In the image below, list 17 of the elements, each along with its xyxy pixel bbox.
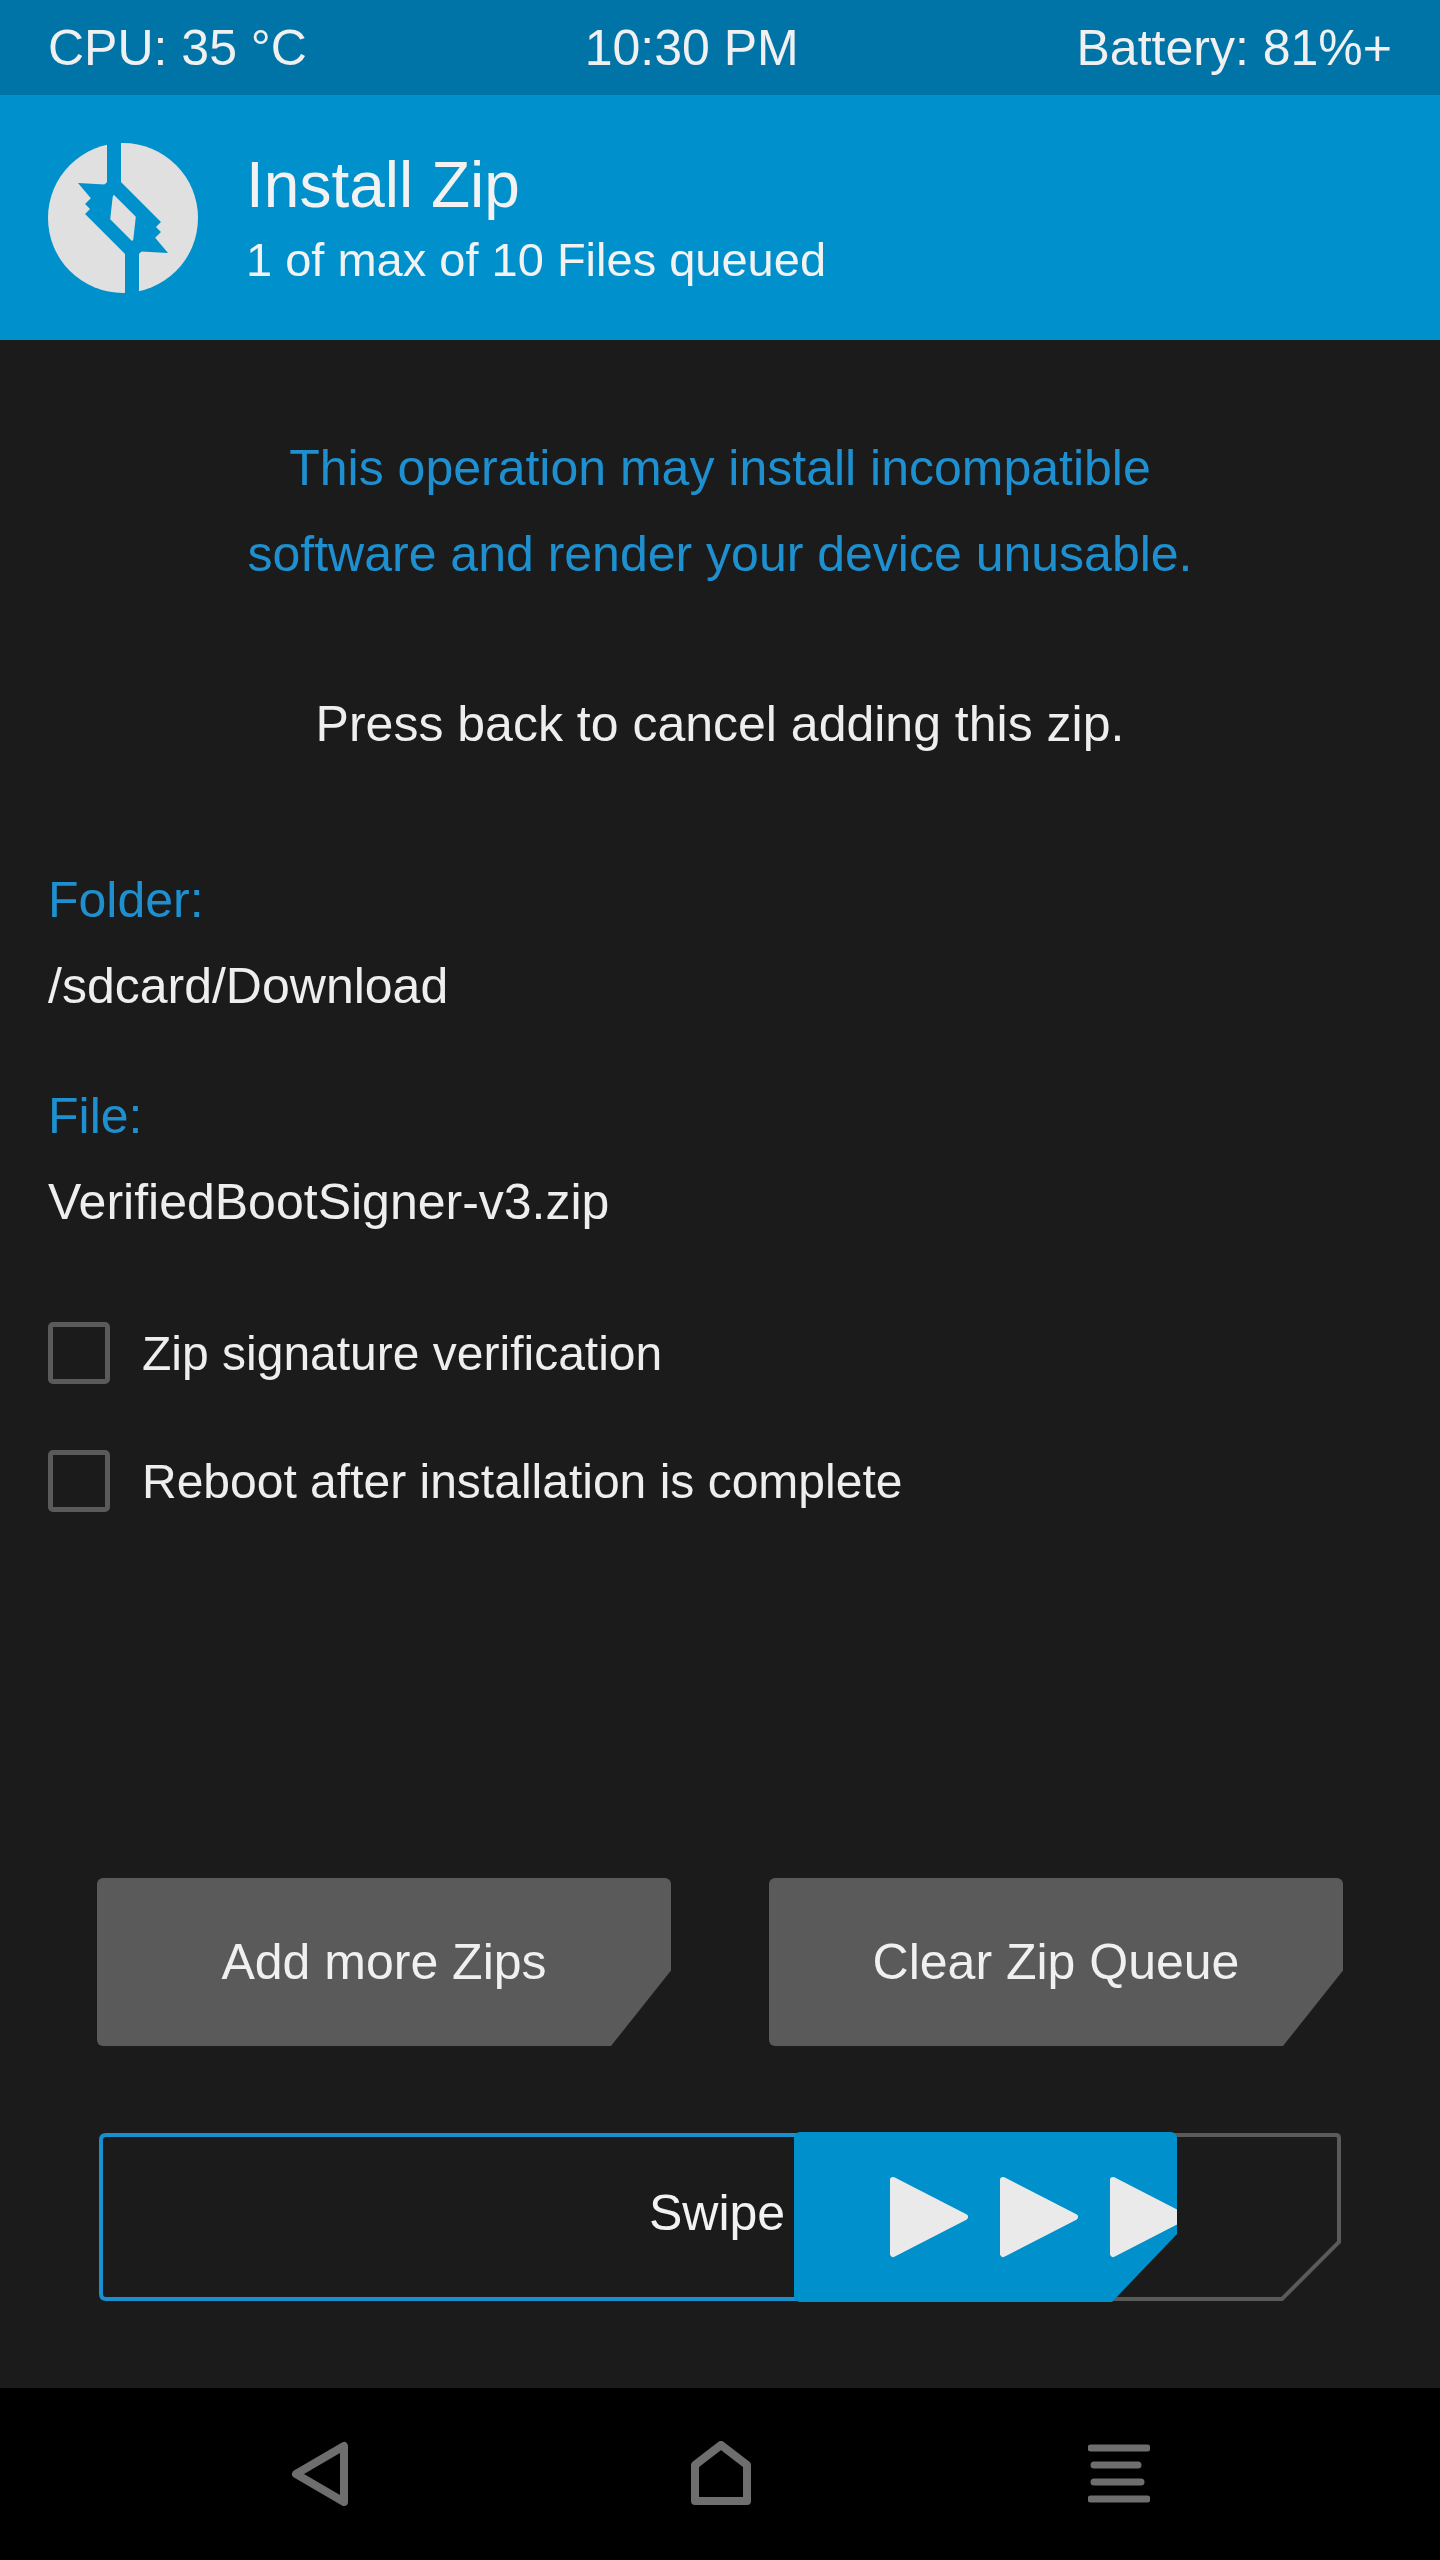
option-label: Reboot after installation is complete — [142, 1453, 903, 1509]
action-button[interactable]: Add more Zips — [97, 1878, 671, 2046]
swipe-track[interactable]: Swipe — [97, 2132, 1343, 2302]
queue-status: 1 of max of 10 Files queued — [246, 232, 827, 287]
field-value: VerifiedBootSigner-v3.zip — [48, 1173, 611, 1231]
option-label: Zip signature verification — [142, 1325, 663, 1381]
cpu-temperature: CPU: 35 °C — [48, 18, 307, 77]
page-title: Install Zip — [246, 148, 521, 222]
field-label: Folder: — [48, 871, 205, 929]
hint-text: Press back to cancel adding this zip. — [314, 695, 1126, 753]
battery-level: Battery: 81%+ — [1076, 18, 1392, 77]
field-value: /sdcard/Download — [48, 957, 450, 1015]
action-button[interactable]: Clear Zip Queue — [769, 1878, 1343, 2046]
field-label: File: — [48, 1087, 144, 1145]
swipe-label: Swipe — [649, 2184, 786, 2242]
clock: 10:30 PM — [584, 18, 799, 77]
warning-text: This operation may install incompatible software and render your device unusable. — [246, 439, 1194, 584]
